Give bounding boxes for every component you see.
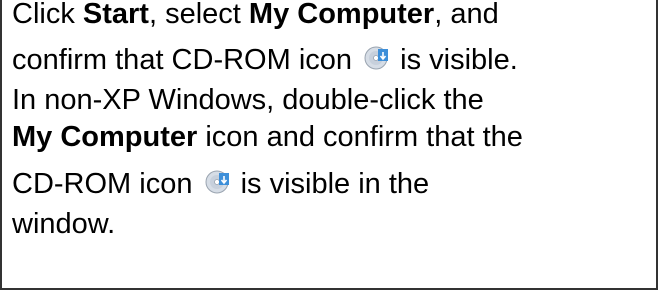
text-segment: is visible.: [392, 44, 518, 76]
instruction-line-6: window.: [12, 206, 658, 243]
instruction-text: Click Start, select My Computer, and con…: [12, 0, 658, 243]
text-segment: Click: [12, 0, 83, 30]
my-computer-label: My Computer: [248, 0, 435, 30]
text-segment: , select: [148, 0, 249, 30]
start-label: Start: [82, 0, 149, 30]
instruction-panel: Click Start, select My Computer, and con…: [0, 0, 658, 290]
text-segment: icon and confirm that the: [197, 121, 523, 153]
text-segment: In non-XP Windows, double-click the: [12, 84, 484, 116]
cd-rom-icon: [364, 46, 389, 70]
my-computer-label: My Computer: [12, 121, 198, 153]
instruction-line-4: My Computer icon and confirm that the: [12, 119, 658, 156]
text-segment: window.: [12, 208, 116, 240]
text-segment: confirm that CD-ROM icon: [12, 44, 361, 76]
text-segment: , and: [434, 0, 499, 30]
instruction-line-2: confirm that CD-ROM icon is visible.: [12, 32, 658, 82]
cd-rom-icon: [205, 170, 229, 194]
instruction-line-3: In non-XP Windows, double-click the: [12, 82, 658, 119]
text-segment: CD-ROM icon: [12, 168, 201, 200]
instruction-line-5: CD-ROM icon is visible in the: [12, 156, 658, 206]
text-segment: is visible in the: [232, 168, 430, 200]
instruction-line-1: Click Start, select My Computer, and: [12, 0, 658, 32]
